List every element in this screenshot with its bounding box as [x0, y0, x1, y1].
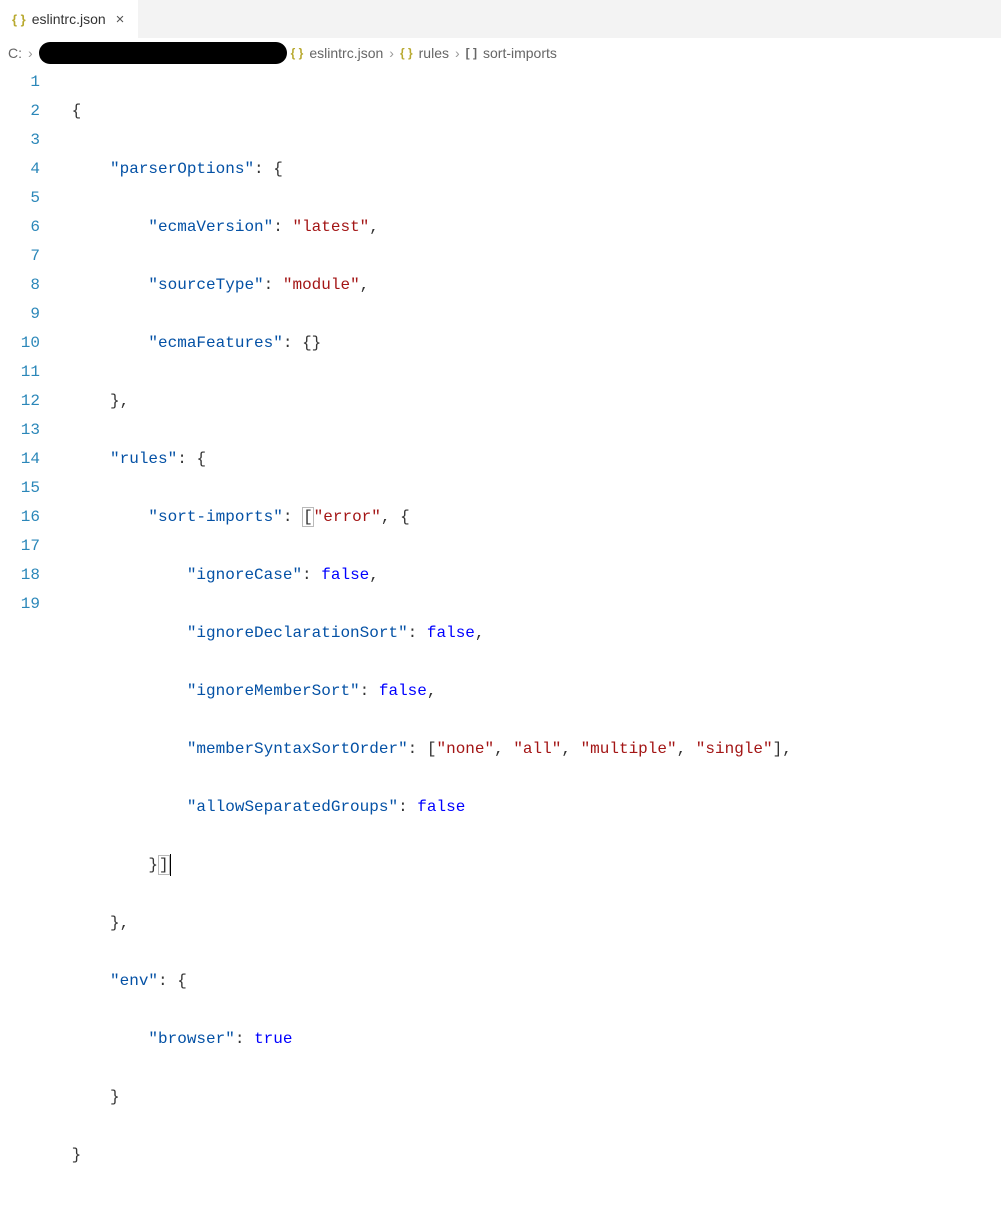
line-number: 16 [0, 503, 40, 532]
line-number: 17 [0, 532, 40, 561]
close-icon[interactable]: × [112, 11, 129, 28]
chevron-right-icon: › [455, 45, 460, 61]
breadcrumb: C: › { } eslintrc.json › { } rules › [ ]… [0, 38, 1001, 68]
text-cursor [170, 854, 171, 876]
line-number: 15 [0, 474, 40, 503]
line-number: 18 [0, 561, 40, 590]
line-number: 8 [0, 271, 40, 300]
line-number: 4 [0, 155, 40, 184]
line-number: 1 [0, 68, 40, 97]
line-number-gutter: 1 2 3 4 5 6 7 8 9 10 11 12 13 14 15 16 1… [0, 68, 62, 1228]
breadcrumb-rules[interactable]: rules [419, 45, 449, 61]
redacted-path [39, 42, 287, 64]
line-number: 9 [0, 300, 40, 329]
chevron-right-icon: › [389, 45, 394, 61]
line-number: 6 [0, 213, 40, 242]
array-icon: [ ] [466, 46, 477, 60]
line-number: 10 [0, 329, 40, 358]
line-number: 13 [0, 416, 40, 445]
line-number: 2 [0, 97, 40, 126]
line-number: 3 [0, 126, 40, 155]
breadcrumb-file[interactable]: eslintrc.json [309, 45, 383, 61]
tab-bar: { } eslintrc.json × [0, 0, 1001, 38]
editor-tab[interactable]: { } eslintrc.json × [0, 0, 138, 38]
line-number: 11 [0, 358, 40, 387]
line-number: 5 [0, 184, 40, 213]
breadcrumb-sortimports[interactable]: sort-imports [483, 45, 557, 61]
json-file-icon: { } [291, 46, 304, 60]
line-number: 7 [0, 242, 40, 271]
tab-filename: eslintrc.json [32, 11, 106, 27]
chevron-right-icon: › [28, 45, 33, 61]
line-number: 19 [0, 590, 40, 619]
code-content[interactable]: { "parserOptions": { "ecmaVersion": "lat… [62, 68, 792, 1228]
line-number: 12 [0, 387, 40, 416]
line-number: 14 [0, 445, 40, 474]
json-file-icon: { } [12, 12, 26, 27]
object-icon: { } [400, 46, 413, 60]
code-editor[interactable]: 1 2 3 4 5 6 7 8 9 10 11 12 13 14 15 16 1… [0, 68, 1001, 1228]
breadcrumb-drive[interactable]: C: [8, 45, 22, 61]
